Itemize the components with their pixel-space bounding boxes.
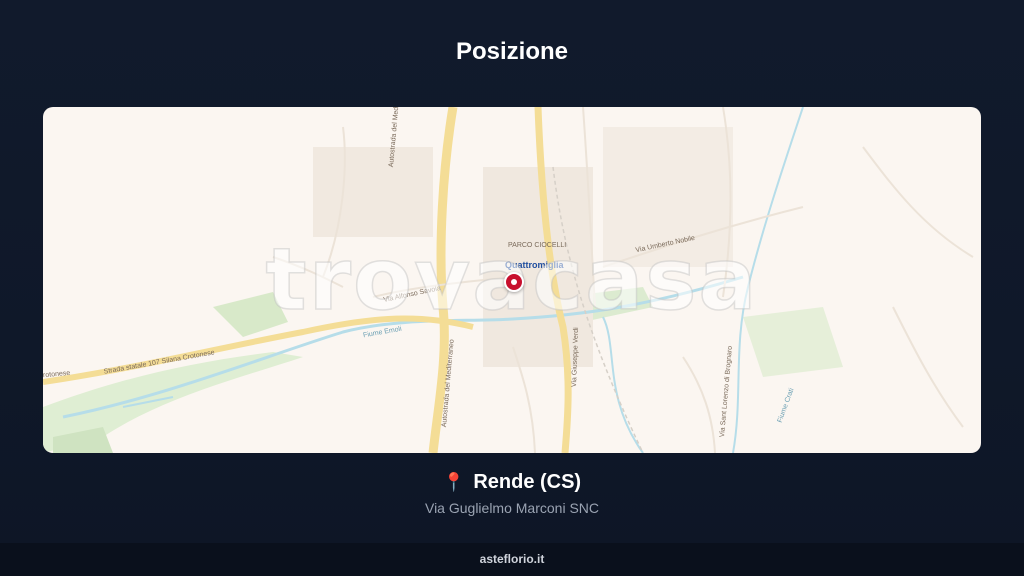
map-view[interactable]: Strada statale 107 Silana Crotonese roto… [43,107,981,453]
footer-brand: asteflorio.it [0,543,1024,576]
location-name: Rende (CS) [473,471,582,493]
map-pin-icon: 📍 [442,472,466,492]
location-title: 📍 Rende (CS) [0,471,1024,494]
map-label-parco: PARCO CIOCELLI [508,242,567,249]
map-label-quattromiglia: Quattromiglia [505,260,564,270]
location-address: Via Guglielmo Marconi SNC [424,500,600,516]
map-pin-icon[interactable] [504,272,524,292]
page-title: Posizione [455,38,569,65]
